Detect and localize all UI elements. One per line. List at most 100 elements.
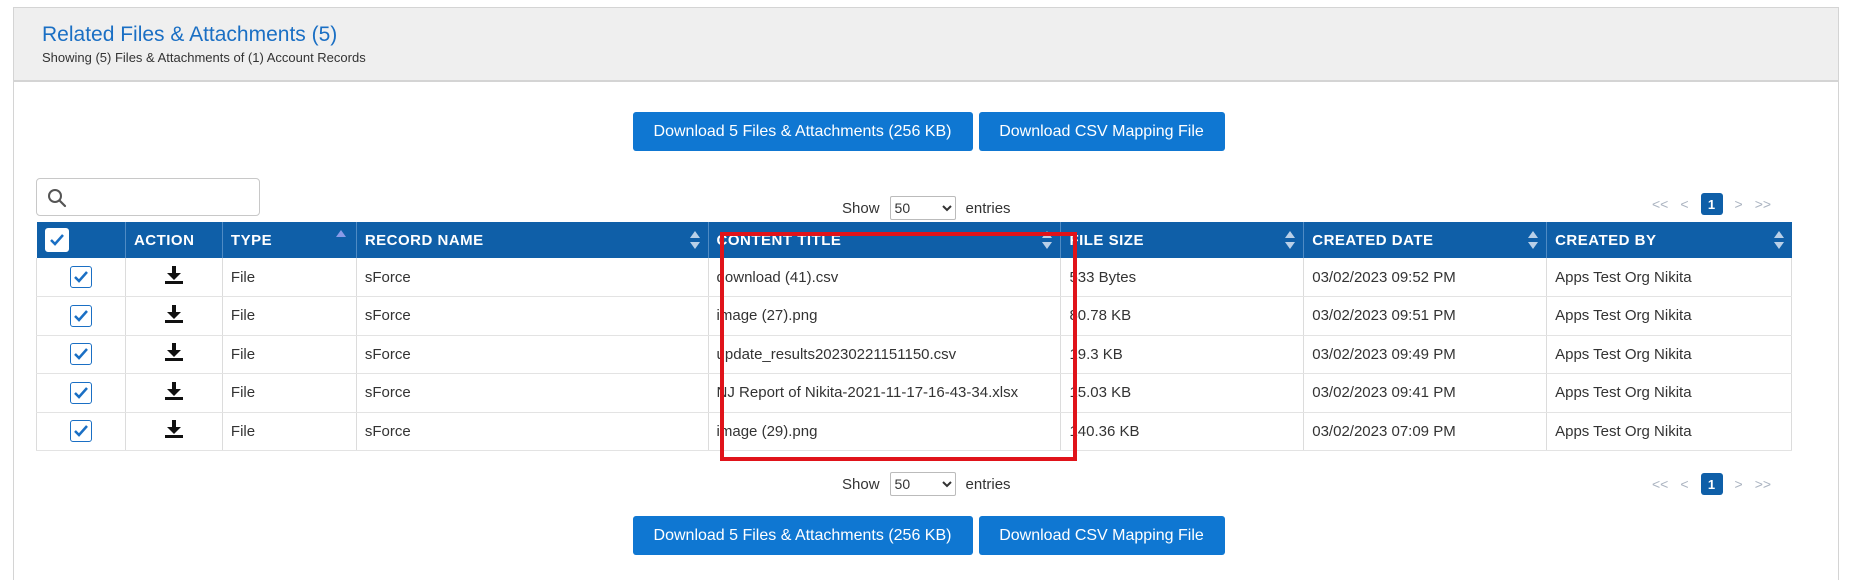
cell-created-date: 03/02/2023 09:51 PM	[1303, 296, 1548, 336]
entries-label: entries	[965, 475, 1011, 493]
content-title-highlight-box	[720, 232, 1077, 461]
cell-type: File	[222, 296, 357, 336]
cell-file-size: 80.78 KB	[1060, 296, 1305, 336]
row-action-cell[interactable]	[125, 296, 223, 336]
column-label-created-date: CREATED DATE	[1312, 231, 1434, 249]
row-checkbox[interactable]	[69, 343, 92, 366]
checkbox-checked-icon	[49, 234, 64, 246]
pager-first[interactable]: <<	[1652, 196, 1668, 212]
row-action-cell[interactable]	[125, 412, 223, 451]
sort-asc-icon	[335, 230, 346, 237]
cell-created-date: 03/02/2023 07:09 PM	[1303, 412, 1548, 451]
pager-next[interactable]: >	[1735, 476, 1743, 492]
row-action-cell[interactable]	[125, 258, 223, 297]
sort-icon	[1773, 231, 1784, 249]
search-input[interactable]	[75, 183, 255, 211]
cell-created-by[interactable]: Apps Test Org Nikita	[1546, 296, 1792, 336]
panel-title: Related Files & Attachments (5)	[42, 23, 338, 46]
download-icon[interactable]	[163, 303, 185, 325]
cell-type: File	[222, 335, 357, 374]
cell-record-name[interactable]: sForce	[356, 296, 709, 336]
entries-select-top[interactable]: 50	[889, 196, 956, 220]
cell-created-by[interactable]: Apps Test Org Nikita	[1546, 258, 1792, 297]
search-box[interactable]	[36, 178, 260, 216]
search-icon	[48, 189, 67, 208]
bottom-button-row: Download 5 Files & Attachments (256 KB) …	[0, 516, 1857, 555]
checkbox-checked-icon	[74, 348, 88, 361]
select-all-header[interactable]	[36, 222, 126, 258]
select-all-checkbox[interactable]	[44, 228, 69, 252]
show-label: Show	[842, 199, 880, 217]
show-label: Show	[842, 475, 880, 493]
sort-icon	[1528, 231, 1539, 249]
column-label-record-name: RECORD NAME	[364, 231, 484, 249]
download-files-button[interactable]: Download 5 Files & Attachments (256 KB)	[632, 516, 973, 555]
row-action-cell[interactable]	[125, 373, 223, 413]
pager-next[interactable]: >	[1735, 196, 1743, 212]
pager-current[interactable]: 1	[1700, 473, 1723, 495]
show-entries-bottom: Show 50 entries	[842, 472, 1011, 496]
cell-file-size: 19.3 KB	[1060, 335, 1305, 374]
cell-type: File	[222, 373, 357, 413]
checkbox-checked-icon	[74, 271, 88, 283]
cell-type: File	[222, 258, 357, 297]
cell-created-by[interactable]: Apps Test Org Nikita	[1546, 373, 1792, 413]
cell-record-name[interactable]: sForce	[356, 373, 709, 413]
cell-created-date: 03/02/2023 09:49 PM	[1303, 335, 1548, 374]
panel-subtitle: Showing (5) Files & Attachments of (1) A…	[42, 50, 366, 65]
pager-last[interactable]: >>	[1755, 196, 1771, 212]
cell-record-name[interactable]: sForce	[356, 335, 709, 374]
pager-current[interactable]: 1	[1700, 193, 1723, 215]
download-icon[interactable]	[163, 418, 185, 440]
entries-select-bottom[interactable]: 50	[889, 472, 956, 496]
download-files-button[interactable]: Download 5 Files & Attachments (256 KB)	[632, 112, 973, 151]
download-icon[interactable]	[163, 341, 185, 363]
column-header-type[interactable]: TYPE	[222, 222, 357, 258]
sort-icon	[1285, 231, 1296, 249]
column-label-type: TYPE	[230, 231, 273, 249]
checkbox-checked-icon	[74, 386, 88, 399]
row-select-cell[interactable]	[36, 258, 126, 297]
pager-bottom: << < 1 > >>	[1652, 473, 1771, 495]
panel-header: Related Files & Attachments (5) Showing …	[14, 8, 1838, 82]
row-select-cell[interactable]	[36, 335, 126, 374]
row-checkbox[interactable]	[69, 304, 92, 327]
cell-file-size: 533 Bytes	[1060, 258, 1305, 297]
pager-prev[interactable]: <	[1680, 476, 1688, 492]
column-header-file-size[interactable]: FILE SIZE	[1060, 222, 1305, 258]
pager-prev[interactable]: <	[1680, 196, 1688, 212]
column-label-file-size: FILE SIZE	[1069, 231, 1144, 249]
cell-created-date: 03/02/2023 09:52 PM	[1303, 258, 1548, 297]
row-checkbox[interactable]	[69, 381, 92, 404]
cell-created-by[interactable]: Apps Test Org Nikita	[1546, 412, 1792, 451]
column-header-created-by[interactable]: CREATED BY	[1546, 222, 1792, 258]
download-icon[interactable]	[163, 380, 185, 402]
top-button-row: Download 5 Files & Attachments (256 KB) …	[0, 112, 1857, 151]
pager-first[interactable]: <<	[1652, 476, 1668, 492]
cell-record-name[interactable]: sForce	[356, 412, 709, 451]
entries-label: entries	[965, 199, 1011, 217]
download-icon[interactable]	[163, 264, 185, 286]
column-header-record-name[interactable]: RECORD NAME	[356, 222, 709, 258]
cell-record-name[interactable]: sForce	[356, 258, 709, 297]
cell-file-size: 15.03 KB	[1060, 373, 1305, 413]
row-select-cell[interactable]	[36, 373, 126, 413]
sort-icon	[689, 231, 700, 249]
pager-last[interactable]: >>	[1755, 476, 1771, 492]
row-action-cell[interactable]	[125, 335, 223, 374]
row-checkbox[interactable]	[69, 420, 92, 443]
column-header-created-date[interactable]: CREATED DATE	[1303, 222, 1548, 258]
column-label-created-by: CREATED BY	[1555, 231, 1657, 249]
row-select-cell[interactable]	[36, 412, 126, 451]
pager-top: << < 1 > >>	[1652, 193, 1771, 215]
download-csv-mapping-button[interactable]: Download CSV Mapping File	[978, 112, 1225, 151]
show-entries-top: Show 50 entries	[842, 196, 1011, 220]
cell-file-size: 140.36 KB	[1060, 412, 1305, 451]
cell-created-date: 03/02/2023 09:41 PM	[1303, 373, 1548, 413]
row-select-cell[interactable]	[36, 296, 126, 336]
cell-created-by[interactable]: Apps Test Org Nikita	[1546, 335, 1792, 374]
row-checkbox[interactable]	[69, 266, 92, 288]
download-csv-mapping-button[interactable]: Download CSV Mapping File	[978, 516, 1225, 555]
checkbox-checked-icon	[74, 309, 88, 322]
column-header-action: ACTION	[125, 222, 223, 258]
